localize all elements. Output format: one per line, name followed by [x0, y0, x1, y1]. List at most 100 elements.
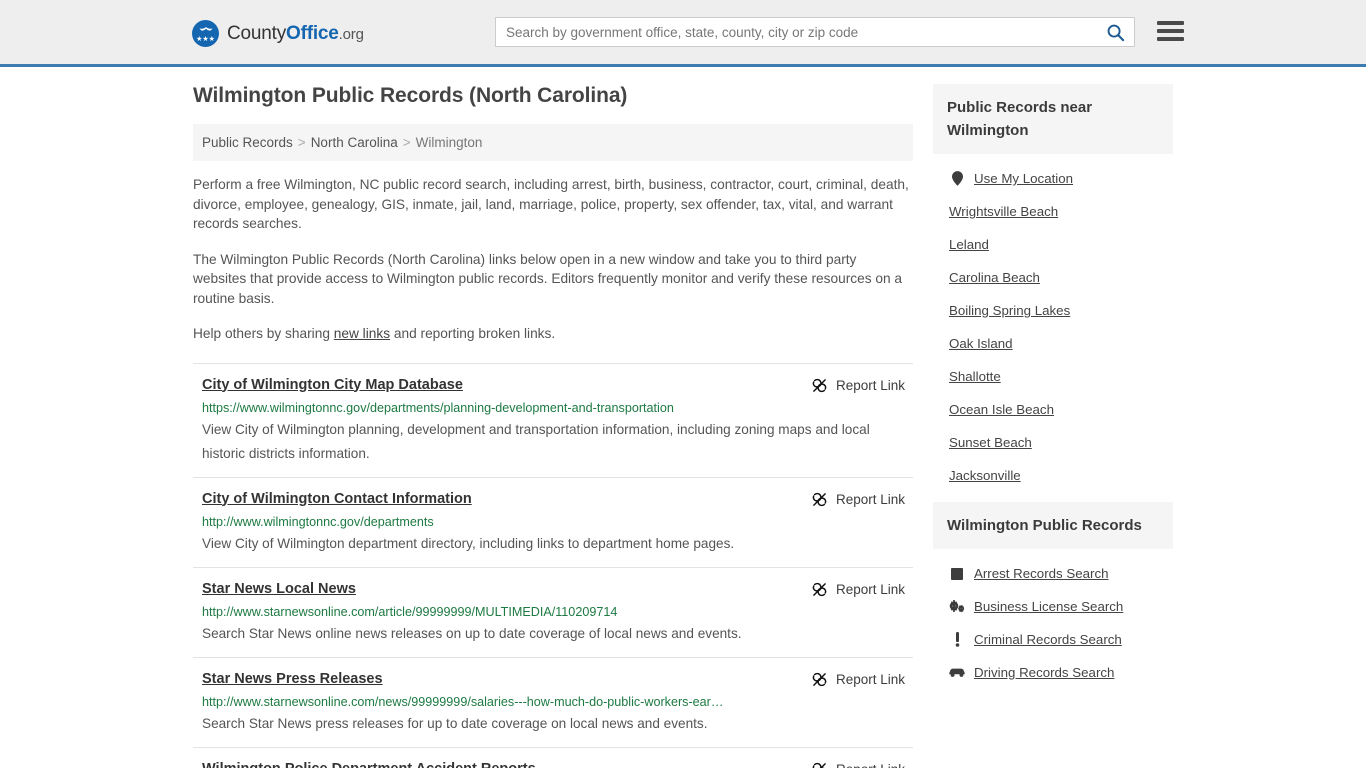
county-office-logo-icon: ★★★ [192, 20, 219, 47]
sidebar-panel-nearby: Public Records near Wilmington Use My Lo… [933, 84, 1173, 492]
sidebar-item-oak-island[interactable]: Oak Island [933, 327, 1173, 360]
sidebar-item-wrightsville-beach[interactable]: Wrightsville Beach [933, 195, 1173, 228]
main-content: Wilmington Public Records (North Carolin… [193, 84, 913, 768]
breadcrumb-item-north-carolina[interactable]: North Carolina [311, 135, 398, 150]
intro-paragraph-3: Help others by sharing new links and rep… [193, 324, 913, 344]
sidebar: Public Records near Wilmington Use My Lo… [933, 84, 1173, 699]
brand-office-text: Office [286, 22, 339, 44]
result-title-link[interactable]: City of Wilmington City Map Database [202, 376, 463, 394]
result-description: View City of Wilmington planning, develo… [202, 421, 870, 461]
sidebar-item-shallotte[interactable]: Shallotte [933, 360, 1173, 393]
result-item: Star News Press Releases Report Link htt… [193, 656, 913, 747]
breadcrumb-separator-1: > [297, 135, 306, 150]
report-link-label: Report Link [835, 377, 905, 393]
search-input[interactable] [496, 18, 1096, 46]
sidebar-item-label: Shallotte [949, 369, 1001, 384]
car-icon [949, 667, 965, 678]
sidebar-item-boiling-spring-lakes[interactable]: Boiling Spring Lakes [933, 294, 1173, 327]
broken-link-icon [812, 492, 827, 506]
sidebar-item-label: Carolina Beach [949, 270, 1040, 285]
report-link-label: Report Link [836, 762, 905, 768]
sidebar-item-criminal-records-search[interactable]: Criminal Records Search [933, 623, 1173, 656]
page-body: Wilmington Public Records (North Carolin… [0, 67, 1366, 768]
result-item: City of Wilmington City Map Database Rep… [193, 362, 913, 477]
result-url: http://www.wilmingtonnc.gov/departments [202, 514, 434, 529]
result-description: View City of Wilmington department direc… [202, 535, 735, 551]
share-text-pre: Help others by sharing [193, 326, 334, 341]
sidebar-item-arrest-records-search[interactable]: Arrest Records Search [933, 557, 1173, 590]
breadcrumb: Public Records > North Carolina > Wilmington [193, 124, 913, 161]
result-url: https://www.wilmingtonnc.gov/departments… [202, 400, 674, 415]
sidebar-records-heading: Wilmington Public Records [933, 502, 1173, 549]
result-title-link[interactable]: Star News Local News [202, 580, 356, 598]
sidebar-item-label: Business License Search [974, 599, 1124, 614]
result-item: Star News Local News Report Link http://… [193, 566, 913, 657]
report-link-label: Report Link [835, 491, 905, 507]
sidebar-item-jacksonville[interactable]: Jacksonville [933, 459, 1173, 492]
result-item: Wilmington Police Department Accident Re… [193, 746, 913, 768]
broken-link-icon [812, 582, 827, 596]
sidebar-item-label: Use My Location [974, 171, 1074, 186]
map-pin-icon [949, 171, 965, 186]
sidebar-item-label: Arrest Records Search [974, 566, 1109, 581]
sidebar-item-business-license-search[interactable]: Business License Search [933, 590, 1173, 623]
hamburger-bar-1 [1157, 21, 1184, 25]
report-link-label: Report Link [835, 671, 905, 687]
sidebar-item-label: Boiling Spring Lakes [949, 303, 1071, 318]
sidebar-item-carolina-beach[interactable]: Carolina Beach [933, 261, 1173, 294]
report-link-button[interactable]: Report Link [811, 581, 913, 598]
broken-link-icon [812, 672, 827, 686]
search-button[interactable] [1096, 18, 1134, 46]
sidebar-item-sunset-beach[interactable]: Sunset Beach [933, 426, 1173, 459]
site-logo-link[interactable]: ★★★ CountyOffice.org [192, 20, 364, 47]
sidebar-nearby-heading: Public Records near Wilmington [933, 84, 1173, 154]
search-bar[interactable] [495, 17, 1135, 47]
hamburger-bar-3 [1157, 37, 1184, 41]
sidebar-item-label: Criminal Records Search [974, 632, 1122, 647]
broken-link-icon [812, 762, 826, 768]
report-link-button[interactable]: Report Link [811, 761, 913, 768]
sidebar-item-label: Oak Island [949, 336, 1013, 351]
sidebar-item-label: Ocean Isle Beach [949, 402, 1054, 417]
sidebar-item-label: Jacksonville [949, 468, 1021, 483]
hamburger-menu-icon[interactable] [1157, 19, 1184, 43]
sidebar-item-label: Wrightsville Beach [949, 204, 1059, 219]
fingerprint-square-icon [949, 567, 965, 580]
page-title: Wilmington Public Records (North Carolin… [193, 84, 628, 107]
brand-wordmark: CountyOffice.org [227, 23, 364, 45]
report-link-button[interactable]: Report Link [811, 377, 913, 394]
result-title-link[interactable]: Star News Press Releases [202, 670, 383, 688]
broken-link-icon [812, 378, 827, 392]
sidebar-item-driving-records-search[interactable]: Driving Records Search [933, 656, 1173, 689]
sidebar-records-list: Arrest Records Search Business License S… [933, 549, 1173, 689]
result-title-link[interactable]: City of Wilmington Contact Information [202, 490, 472, 508]
search-icon [1107, 24, 1124, 41]
result-url: http://www.starnewsonline.com/article/99… [202, 604, 618, 619]
sidebar-item-label: Driving Records Search [974, 665, 1115, 680]
intro-paragraph-1: Perform a free Wilmington, NC public rec… [193, 177, 909, 231]
brand-county-text: County [227, 22, 287, 44]
report-link-button[interactable]: Report Link [811, 671, 913, 688]
brand-tld-text: .org [338, 25, 364, 43]
result-description: Search Star News press releases for up t… [202, 715, 708, 731]
intro-paragraph-2: The Wilmington Public Records (North Car… [193, 251, 903, 306]
result-url: http://www.starnewsonline.com/news/99999… [202, 694, 724, 709]
share-text-post: and reporting broken links. [390, 326, 556, 341]
logo-stars-icon: ★★★ [196, 36, 215, 43]
sidebar-item-leland[interactable]: Leland [933, 228, 1173, 261]
sidebar-panel-records: Wilmington Public Records Arrest Records… [933, 502, 1173, 689]
sidebar-item-use-my-location[interactable]: Use My Location [933, 162, 1173, 195]
breadcrumb-item-wilmington: Wilmington [415, 135, 483, 150]
intro-text: Perform a free Wilmington, NC public rec… [193, 175, 913, 344]
report-link-label: Report Link [835, 581, 905, 597]
sidebar-item-label: Sunset Beach [949, 435, 1032, 450]
report-link-button[interactable]: Report Link [811, 491, 913, 508]
new-links-link[interactable]: new links [334, 326, 390, 341]
sidebar-item-ocean-isle-beach[interactable]: Ocean Isle Beach [933, 393, 1173, 426]
exclamation-icon [949, 632, 965, 647]
breadcrumb-item-public-records[interactable]: Public Records [202, 135, 293, 150]
sidebar-item-label: Leland [949, 237, 989, 252]
result-title-link[interactable]: Wilmington Police Department Accident Re… [202, 760, 536, 768]
sidebar-nearby-list: Use My Location Wrightsville Beach Lelan… [933, 154, 1173, 492]
breadcrumb-separator-2: > [402, 135, 411, 150]
